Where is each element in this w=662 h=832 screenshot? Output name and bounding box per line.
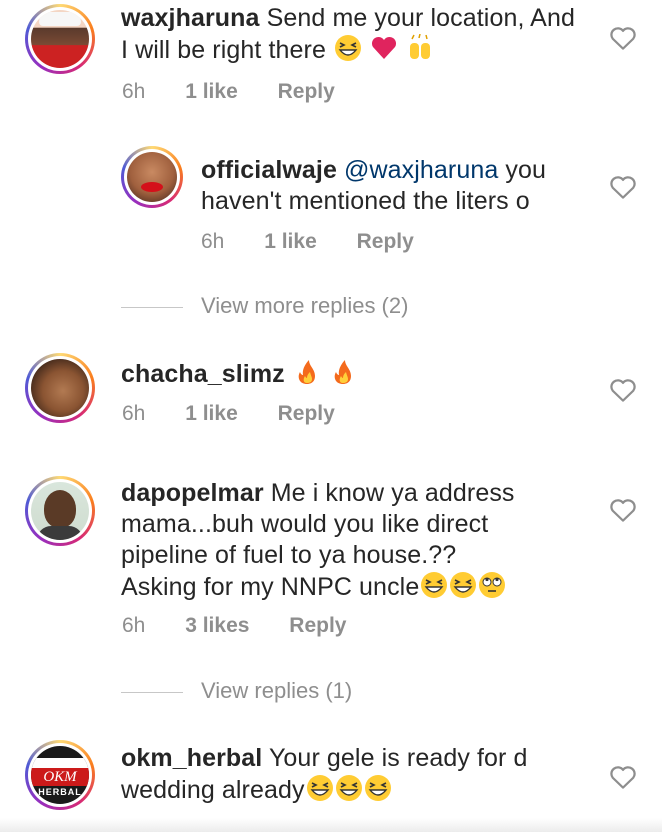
reply-button[interactable]: Reply: [289, 614, 346, 637]
comment-body: Send me your location, And: [266, 4, 575, 32]
grinning-squint-emoji: [421, 572, 448, 598]
reply-button[interactable]: Reply: [357, 230, 414, 253]
divider: [121, 306, 183, 308]
comment-body: Me i know ya address: [270, 479, 515, 507]
reply-button[interactable]: Reply: [278, 80, 335, 103]
timestamp: 6h: [122, 80, 146, 103]
grinning-squint-emoji: [306, 775, 333, 801]
mention-link[interactable]: @waxjharuna: [344, 156, 498, 184]
like-heart-icon[interactable]: [608, 172, 638, 202]
likes-count[interactable]: 1 like: [185, 80, 238, 103]
avatar[interactable]: [25, 353, 95, 423]
username[interactable]: chacha_slimz: [121, 360, 285, 388]
comment-meta: 6h 3 likes Reply: [122, 614, 346, 638]
raised-hands-emoji: [410, 34, 431, 59]
grinning-squint-emoji: [364, 775, 391, 801]
fire-emoji: [298, 360, 315, 384]
grinning-squint-emoji: [450, 572, 477, 598]
comment-meta: 6h 1 like Reply: [122, 402, 335, 426]
grinning-squint-emoji: [335, 775, 362, 801]
grinning-squint-emoji: [335, 35, 362, 61]
username[interactable]: waxjharuna: [121, 4, 260, 32]
avatar[interactable]: [25, 476, 95, 546]
comment-body-line2: haven't mentioned the liters o: [201, 187, 530, 215]
username[interactable]: okm_herbal: [121, 744, 262, 772]
likes-count[interactable]: 1 like: [185, 402, 238, 425]
likes-count[interactable]: 1 like: [264, 230, 317, 253]
username[interactable]: dapopelmar: [121, 479, 264, 507]
like-heart-icon[interactable]: [608, 375, 638, 405]
comment-text: chacha_slimz: [121, 358, 357, 390]
reply-button[interactable]: Reply: [278, 402, 335, 425]
like-heart-icon[interactable]: [608, 23, 638, 53]
comment-text: dapopelmar Me i know ya address mama...b…: [121, 478, 515, 603]
view-replies-label[interactable]: View replies (1): [201, 678, 352, 703]
likes-count[interactable]: 3 likes: [185, 614, 249, 637]
eye-roll-emoji: [479, 572, 506, 598]
bottom-edge-shadow: [0, 818, 662, 832]
like-heart-icon[interactable]: [608, 495, 638, 525]
comment-meta: 6h 1 like Reply: [201, 230, 414, 254]
comment-body-line3: pipeline of fuel to ya house.??: [121, 541, 457, 569]
timestamp: 6h: [122, 614, 146, 637]
timestamp: 6h: [201, 230, 225, 253]
logo-text-bottom: HERBAL: [38, 787, 82, 797]
view-more-label[interactable]: View more replies (2): [201, 293, 408, 318]
comment-meta: 6h 1 like Reply: [122, 80, 335, 104]
comment-text: waxjharuna Send me your location, And I …: [121, 3, 575, 66]
comment-body-line2: wedding already: [121, 776, 305, 804]
logo-text-top: OKM: [31, 768, 89, 786]
comment-body: Your gele is ready for d: [268, 744, 528, 772]
view-more-replies[interactable]: View more replies (2): [121, 293, 408, 319]
like-heart-icon[interactable]: [608, 762, 638, 792]
timestamp: 6h: [122, 402, 146, 425]
comment-text: okm_herbal Your gele is ready for d wedd…: [121, 743, 528, 806]
comment-body: you: [505, 156, 547, 184]
avatar[interactable]: [121, 146, 183, 208]
avatar[interactable]: [25, 4, 95, 74]
fire-emoji: [334, 360, 351, 384]
heart-emoji: [372, 36, 397, 59]
username[interactable]: officialwaje: [201, 156, 337, 184]
divider: [121, 691, 183, 693]
comment-text: officialwaje @waxjharuna you haven't men…: [201, 155, 546, 217]
comment-body-line2: I will be right there: [121, 36, 326, 64]
avatar[interactable]: OKM HERBAL: [25, 740, 95, 810]
comment-body-line2: mama...buh would you like direct: [121, 510, 489, 538]
comment-body-line4: Asking for my NNPC uncle: [121, 573, 420, 601]
view-replies[interactable]: View replies (1): [121, 678, 352, 704]
